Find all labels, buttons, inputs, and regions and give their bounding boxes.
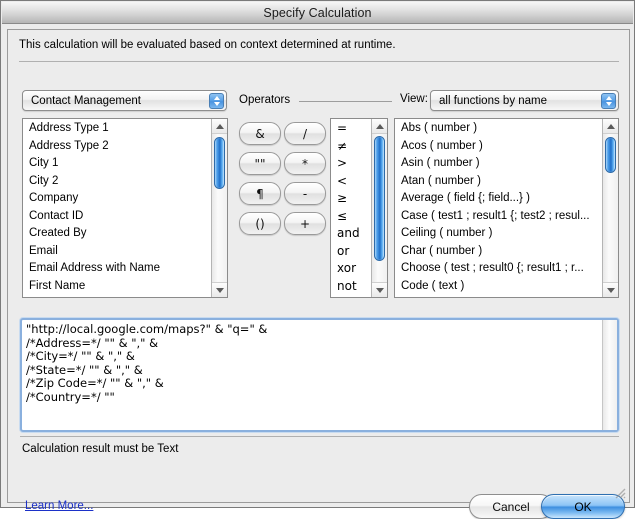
list-item[interactable]: ≥ xyxy=(331,189,371,207)
formula-text[interactable]: "http://local.google.com/maps?" & "q=" &… xyxy=(22,320,601,430)
list-item[interactable]: Contact ID xyxy=(23,207,211,225)
window-titlebar[interactable]: Specify Calculation xyxy=(2,2,633,24)
operator-button-divide[interactable]: / xyxy=(284,122,326,145)
intro-text: This calculation will be evaluated based… xyxy=(19,39,396,51)
chevron-updown-icon xyxy=(209,93,224,109)
intro-divider xyxy=(19,61,619,62)
operators-scrollbar-thumb[interactable] xyxy=(374,136,385,261)
list-item[interactable]: Email xyxy=(23,242,211,260)
list-item[interactable]: City 2 xyxy=(23,172,211,190)
list-item[interactable]: Case ( test1 ; result1 {; test2 ; resul.… xyxy=(395,207,602,225)
scroll-down-arrow-icon[interactable] xyxy=(212,282,227,297)
field-source-selected-value: Contact Management xyxy=(31,94,141,107)
view-label: View: xyxy=(400,93,428,105)
operator-button-pilcrow[interactable]: ¶ xyxy=(239,182,281,205)
list-item[interactable]: First Name xyxy=(23,277,211,295)
operators-items: = ≠ > < ≥ ≤ and or xor not xyxy=(331,119,371,297)
fields-scrollbar[interactable] xyxy=(211,119,227,297)
operators-listbox[interactable]: = ≠ > < ≥ ≤ and or xor not xyxy=(330,118,388,298)
operator-button-multiply[interactable]: * xyxy=(284,152,326,175)
list-item[interactable]: or xyxy=(331,242,371,260)
list-item[interactable]: ≤ xyxy=(331,207,371,225)
list-item[interactable]: Atan ( number ) xyxy=(395,172,602,190)
list-item[interactable]: City 1 xyxy=(23,154,211,172)
operator-button-quotes[interactable]: "" xyxy=(239,152,281,175)
learn-more-link[interactable]: Learn More... xyxy=(25,500,93,512)
formula-editor[interactable]: "http://local.google.com/maps?" & "q=" &… xyxy=(20,318,619,432)
operators-label: Operators xyxy=(239,94,291,106)
scroll-up-arrow-icon[interactable] xyxy=(372,119,387,134)
list-item[interactable]: and xyxy=(331,224,371,242)
list-item[interactable]: Company xyxy=(23,189,211,207)
functions-listbox[interactable]: Abs ( number ) Acos ( number ) Asin ( numb… xyxy=(394,118,619,298)
view-selected-value: all functions by name xyxy=(439,94,548,107)
scroll-up-arrow-icon[interactable] xyxy=(212,119,227,134)
list-item[interactable]: Ceiling ( number ) xyxy=(395,224,602,242)
list-item[interactable]: Address Type 2 xyxy=(23,137,211,155)
fields-items: Address Type 1 Address Type 2 City 1 City 2… xyxy=(23,119,211,297)
scroll-down-arrow-icon[interactable] xyxy=(372,282,387,297)
list-item[interactable]: Created By xyxy=(23,224,211,242)
specify-calculation-dialog: Specify Calculation This calculation wil… xyxy=(0,0,635,519)
formula-scrollbar[interactable] xyxy=(602,320,617,430)
list-item[interactable]: not xyxy=(331,277,371,295)
resize-grip-icon[interactable] xyxy=(612,485,626,499)
chevron-updown-icon xyxy=(601,93,616,109)
fields-scrollbar-thumb[interactable] xyxy=(214,137,225,189)
operators-scrollbar[interactable] xyxy=(371,119,387,297)
dialog-content: This calculation will be evaluated based… xyxy=(7,29,630,519)
list-item[interactable]: Email Address with Name xyxy=(23,259,211,277)
functions-scrollbar[interactable] xyxy=(602,119,618,297)
list-item[interactable]: > xyxy=(331,154,371,172)
list-item[interactable]: Choose ( test ; result0 {; result1 ; r..… xyxy=(395,259,602,277)
operator-button-minus[interactable]: - xyxy=(284,182,326,205)
operator-button-ampersand[interactable]: & xyxy=(239,122,281,145)
operator-button-parentheses[interactable]: () xyxy=(239,212,281,235)
result-divider xyxy=(20,436,619,437)
list-item[interactable]: Average ( field {; field...} ) xyxy=(395,189,602,207)
list-item[interactable]: = xyxy=(331,119,371,137)
list-item[interactable]: Acos ( number ) xyxy=(395,137,602,155)
operator-button-plus[interactable]: + xyxy=(284,212,326,235)
functions-items: Abs ( number ) Acos ( number ) Asin ( numb… xyxy=(395,119,602,297)
list-item[interactable]: < xyxy=(331,172,371,190)
list-item[interactable]: Address Type 1 xyxy=(23,119,211,137)
scroll-down-arrow-icon[interactable] xyxy=(603,282,618,297)
list-item[interactable]: Code ( text ) xyxy=(395,277,602,295)
list-item[interactable]: Asin ( number ) xyxy=(395,154,602,172)
field-source-select[interactable]: Contact Management xyxy=(22,90,227,111)
functions-scrollbar-thumb[interactable] xyxy=(605,137,616,173)
list-item[interactable]: Char ( number ) xyxy=(395,242,602,260)
fields-listbox[interactable]: Address Type 1 Address Type 2 City 1 City 2… xyxy=(22,118,228,298)
list-item[interactable]: xor xyxy=(331,259,371,277)
window-title: Specify Calculation xyxy=(263,5,372,20)
calculation-result-type: Calculation result must be Text xyxy=(22,443,179,455)
list-item[interactable]: Abs ( number ) xyxy=(395,119,602,137)
operators-divider xyxy=(299,101,392,102)
view-select[interactable]: all functions by name xyxy=(430,90,619,111)
list-item[interactable]: ≠ xyxy=(331,137,371,155)
scroll-up-arrow-icon[interactable] xyxy=(603,119,618,134)
